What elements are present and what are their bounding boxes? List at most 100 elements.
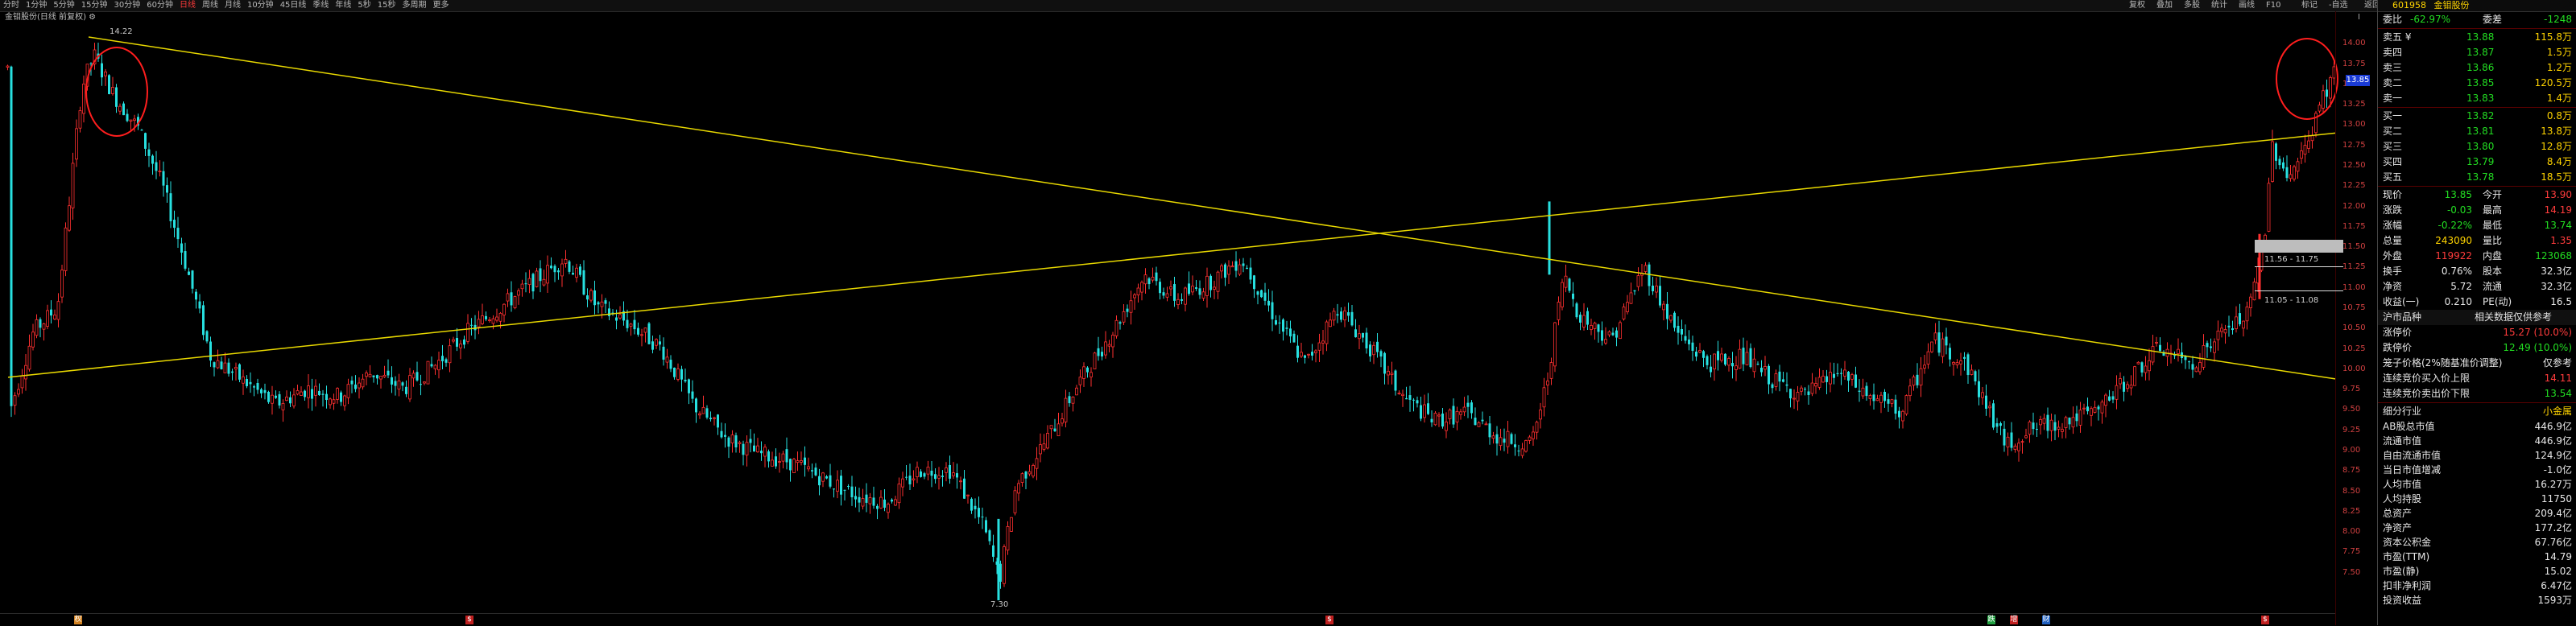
candle-body [840, 476, 842, 495]
candle-body [1032, 465, 1035, 477]
period-tab[interactable]: 月线 [221, 0, 244, 11]
event-marker[interactable]: 跌 [1987, 616, 1995, 624]
period-tab[interactable]: 10分钟 [244, 0, 277, 11]
candle-body [992, 545, 994, 557]
ask-label: 卖二 [2383, 77, 2403, 89]
event-marker[interactable]: $ [2261, 616, 2269, 624]
period-tab[interactable]: 分时 [0, 0, 23, 11]
period-tab[interactable]: 45日线 [277, 0, 310, 11]
candle-body [2123, 381, 2125, 392]
bid-volume: 0.8万 [2546, 110, 2572, 121]
candle-body [952, 472, 955, 476]
candle-body [2278, 159, 2281, 166]
candle-body [1898, 410, 1900, 418]
period-tab[interactable]: 周线 [199, 0, 221, 11]
candle-body [923, 473, 926, 477]
toolbar-item[interactable]: -自选 [2326, 0, 2351, 11]
period-tab[interactable]: 年线 [332, 0, 354, 11]
candle-body [1901, 410, 1904, 422]
candle-body [1253, 275, 1255, 290]
candle-body [10, 66, 13, 406]
downtrend-line[interactable] [88, 36, 2336, 380]
candle-body [169, 193, 172, 221]
reference-label: 连续竞价买入价上限 [2383, 373, 2471, 384]
candle-body [318, 390, 320, 396]
event-marker[interactable]: 权 [74, 616, 82, 624]
toolbar-item[interactable]: 叠加 [2153, 0, 2176, 11]
event-marker[interactable]: 财 [2042, 616, 2050, 624]
candle-body [50, 309, 52, 316]
candle-body [2231, 328, 2234, 331]
quote-label: 最高 [2483, 204, 2503, 216]
toolbar-item[interactable]: 多股 [2181, 0, 2203, 11]
candle-body [361, 378, 365, 388]
event-marker[interactable]: $ [465, 616, 473, 624]
toolbar-item[interactable]: F10 [2263, 0, 2284, 11]
period-tab[interactable]: 30分钟 [110, 0, 143, 11]
quote-label: 最低 [2483, 220, 2503, 231]
candle-body [296, 390, 300, 395]
reference-row: 跌停价 12.49 (10.0%) [2378, 340, 2576, 356]
candle-body [510, 292, 513, 306]
price-tick-label: 8.00 [2342, 527, 2361, 537]
toolbar-item[interactable]: 标记 [2298, 0, 2321, 11]
period-tab[interactable]: 多周期 [399, 0, 430, 11]
candle-body [879, 496, 883, 509]
divider [2378, 28, 2576, 29]
divider [2378, 107, 2576, 108]
period-tab[interactable]: 60分钟 [143, 0, 176, 11]
candle-body [1933, 332, 1937, 340]
axis-toggle-button[interactable]: Ⅰ [2358, 13, 2360, 22]
candle-body [1607, 331, 1611, 336]
candle-body [850, 486, 854, 498]
candle-body [1619, 322, 1622, 340]
ask-volume: 1.2万 [2546, 62, 2572, 73]
period-tab[interactable]: 5分钟 [50, 0, 77, 11]
period-tab[interactable]: 日线 [176, 0, 199, 11]
candle-body [695, 398, 697, 413]
period-tab[interactable]: 5秒 [354, 0, 374, 11]
financial-value: 1593万 [2537, 595, 2572, 606]
candle-body [1688, 339, 1690, 344]
candle-body [1999, 423, 2002, 426]
candle-body [104, 71, 107, 76]
industry-value[interactable]: 小金属 [2543, 404, 2572, 419]
event-marker[interactable]: $ [1325, 616, 1333, 624]
candle-body [238, 364, 241, 380]
candle-body [647, 323, 651, 344]
candle-body [637, 327, 639, 335]
candle-body [1879, 394, 1883, 403]
candle-body [481, 315, 484, 324]
bid-volume: 12.8万 [2541, 141, 2572, 152]
kline-chart[interactable]: 14.22 7.30 [0, 11, 2343, 625]
financial-row: 投资收益 1593万 [2378, 593, 2576, 607]
candle-body [2220, 327, 2223, 332]
period-tab[interactable]: 15秒 [374, 0, 399, 11]
candle-body [1242, 263, 1245, 266]
period-tab[interactable]: 15分钟 [78, 0, 111, 11]
candle-body [858, 496, 861, 503]
candle-body [792, 459, 796, 473]
candle-body [368, 373, 372, 377]
period-tab[interactable]: 1分钟 [23, 0, 50, 11]
candle-body [2064, 417, 2068, 428]
price-tick-label: 11.75 [2342, 221, 2366, 231]
event-marker[interactable]: 增 [2010, 616, 2018, 624]
uptrend-line[interactable] [7, 132, 2336, 378]
candle-body [651, 341, 654, 350]
candle-body [600, 301, 604, 307]
candle-body [557, 270, 560, 273]
toolbar-item[interactable]: 复权 [2126, 0, 2148, 11]
period-tab[interactable]: 更多 [430, 0, 453, 11]
industry-row[interactable]: 细分行业 小金属 [2378, 404, 2576, 419]
period-tab[interactable]: 季线 [309, 0, 332, 11]
candle-body [527, 278, 531, 285]
toolbar-item[interactable]: 画线 [2235, 0, 2258, 11]
bid-row: 买五 13.78 18.5万 [2378, 170, 2576, 185]
candle-body [275, 395, 277, 398]
ask-label: 卖一 [2383, 93, 2403, 104]
toolbar-item[interactable]: 统计 [2208, 0, 2231, 11]
quote-label: 涨幅 [2383, 220, 2403, 231]
candle-body [1042, 443, 1046, 450]
candle-body [401, 382, 404, 386]
